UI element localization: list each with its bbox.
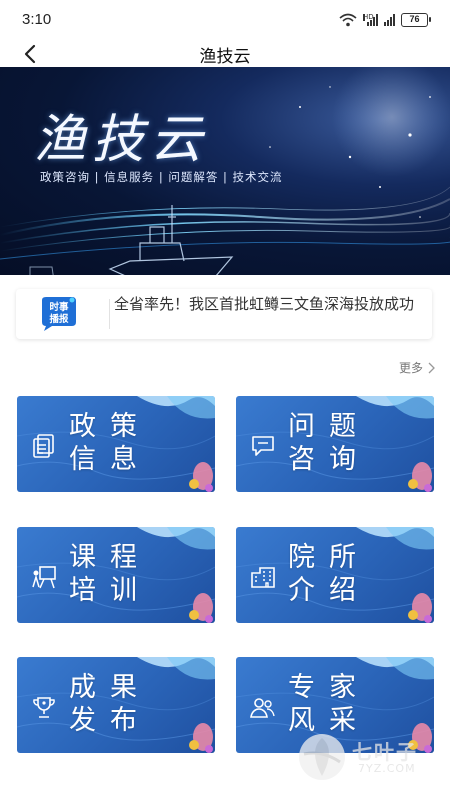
card-title: 院所 介绍 (288, 541, 400, 607)
card-title: 成果 发布 (69, 671, 181, 737)
feature-card-3[interactable]: 课程 培训 (17, 527, 215, 623)
more-link[interactable]: 更多 (399, 359, 436, 376)
building-icon (251, 567, 275, 588)
news-badge-line1: 时事 (49, 301, 69, 313)
card-title-line1: 课程 (69, 542, 151, 573)
card-title-line2: 信息 (69, 444, 151, 475)
card-title-line1: 专家 (288, 672, 370, 703)
feature-card-5[interactable]: 成果 发布 (17, 657, 215, 753)
banner-title: 渔技云 (34, 110, 209, 170)
feature-card-1[interactable]: 政策 信息 (17, 396, 215, 492)
document-icon (33, 434, 54, 458)
news-badge-line2: 播报 (49, 313, 69, 325)
chevron-right-icon (428, 362, 435, 373)
watermark-subtext: 7YZ.COM (358, 762, 416, 775)
card-title-line1: 政策 (69, 411, 151, 442)
more-label[interactable]: 更多 (399, 359, 423, 376)
banner[interactable]: 渔技云 政策咨询 | 信息服务 | 问题解答 | 技术交流 (0, 67, 450, 275)
battery-level: 76 (409, 14, 420, 24)
wifi-icon (339, 13, 357, 27)
signal-icon: HD (363, 14, 378, 26)
card-title-line1: 院所 (288, 542, 370, 573)
card-title-line1: 问题 (288, 411, 370, 442)
status-icons: HD 76 (339, 12, 431, 28)
card-title-line2: 咨询 (288, 444, 370, 475)
news-ticker[interactable]: 时事 播报 全省率先！我区首批虹鳟三文鱼深海投放成功 (16, 289, 432, 339)
card-title: 问题 咨询 (288, 410, 400, 476)
watermark-text: 七叶子 (352, 740, 418, 764)
feature-card-4[interactable]: 院所 介绍 (236, 527, 434, 623)
card-title-line1: 成果 (69, 672, 151, 703)
status-bar: 3:10 HD 76 (0, 0, 450, 40)
network-label: HD (363, 13, 374, 21)
chat-icon (252, 436, 274, 456)
news-badge-icon: 时事 播报 (42, 297, 76, 331)
easel-icon (32, 566, 56, 589)
card-title: 专家 风采 (288, 671, 400, 737)
card-title-line2: 介绍 (288, 575, 370, 606)
trophy-icon (33, 697, 55, 718)
banner-subtitle: 政策咨询 | 信息服务 | 问题解答 | 技术交流 (40, 170, 283, 184)
card-title-line2: 培训 (69, 575, 151, 606)
watermark-logo-icon (299, 734, 345, 780)
news-headline[interactable]: 全省率先！我区首批虹鳟三文鱼深海投放成功 (114, 294, 414, 314)
feature-card-2[interactable]: 问题 咨询 (236, 396, 434, 492)
card-title-line2: 发布 (69, 705, 151, 736)
signal-icon-2 (384, 14, 395, 26)
card-title: 课程 培训 (69, 541, 181, 607)
people-icon (250, 698, 275, 718)
status-time: 3:10 (22, 11, 52, 28)
card-title: 政策 信息 (69, 410, 181, 476)
watermark: 七叶子 7YZ.COM (296, 730, 441, 785)
news-divider (109, 299, 110, 329)
battery-icon: 76 (401, 13, 431, 27)
nav-bar: 渔技云 (0, 40, 450, 68)
page-title: 渔技云 (199, 47, 251, 67)
